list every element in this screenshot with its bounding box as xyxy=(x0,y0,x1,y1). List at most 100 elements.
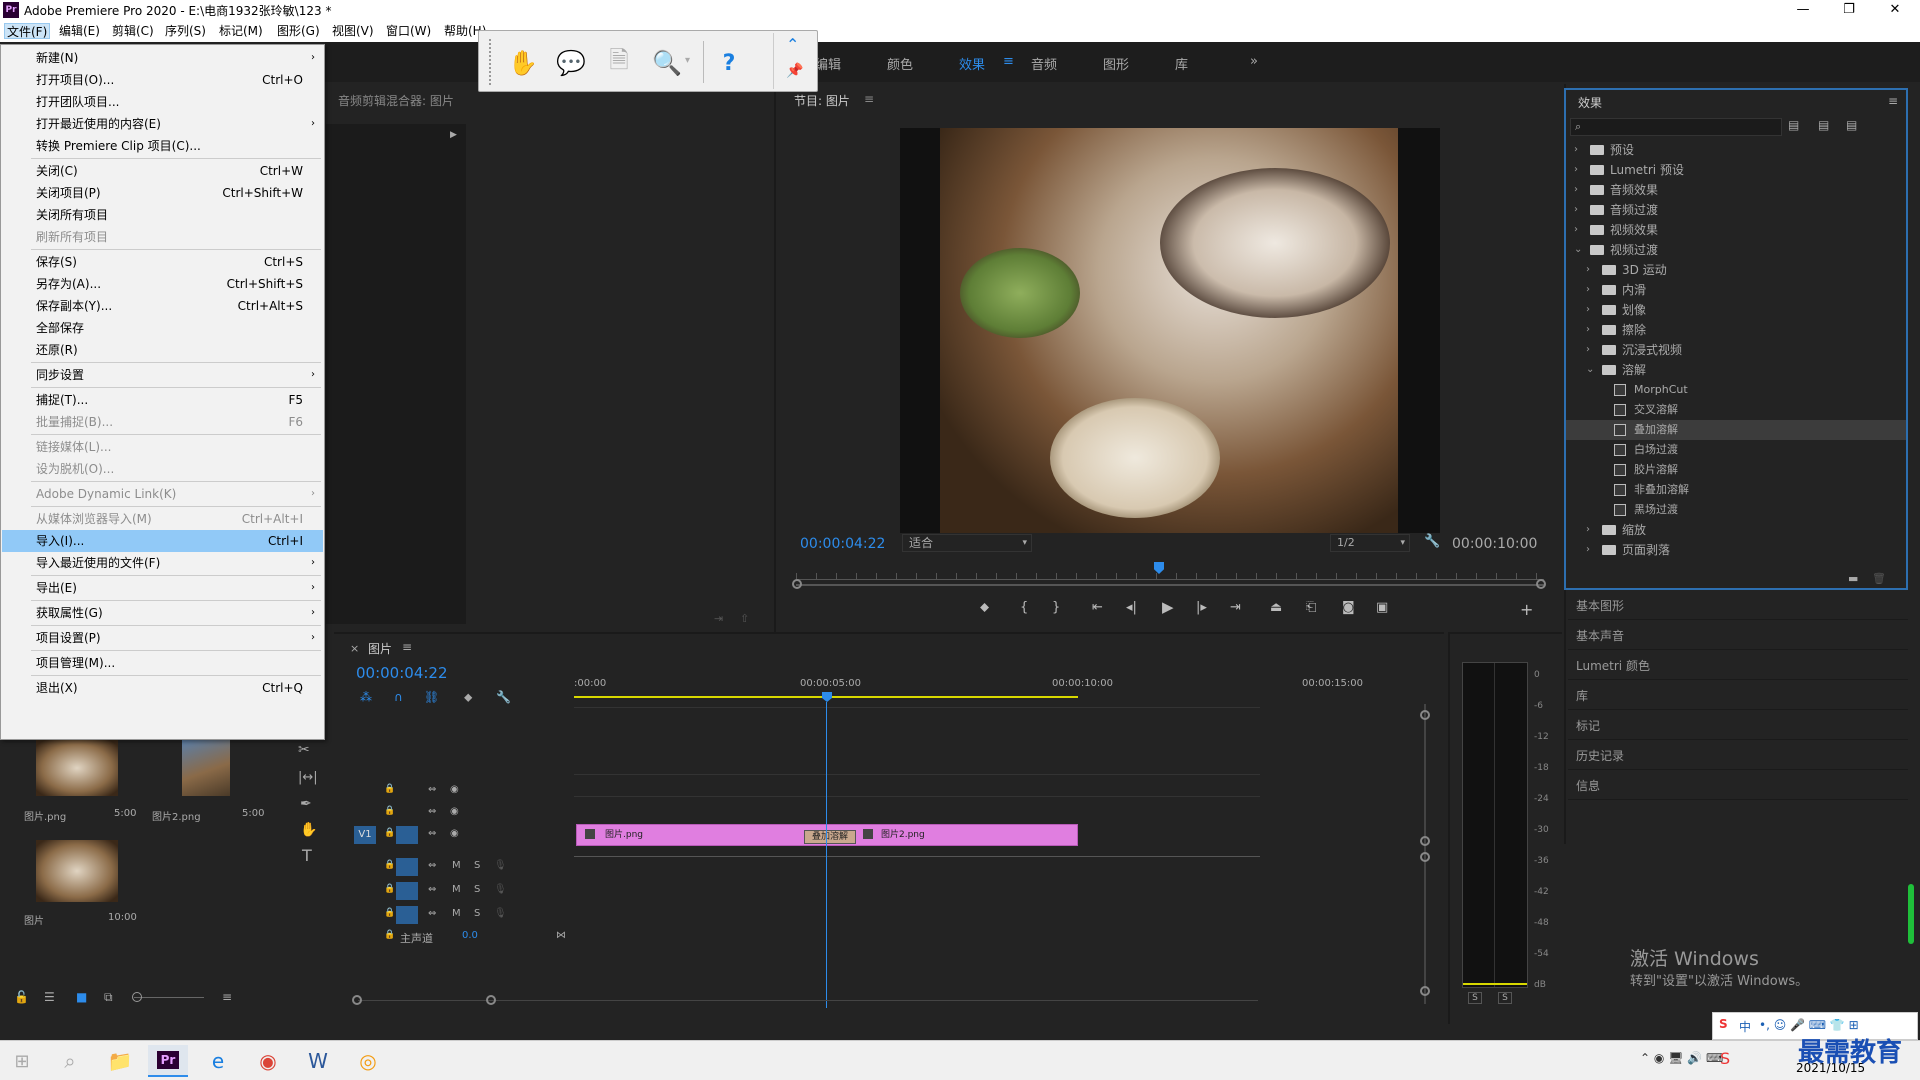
menu-file[interactable]: 文件(F) xyxy=(4,23,51,39)
tab-libraries[interactable]: 库 xyxy=(1175,54,1188,73)
track-target-toggle[interactable] xyxy=(396,906,418,924)
mark-out-icon[interactable]: } xyxy=(1052,600,1060,615)
effects-tree-item[interactable]: 非叠加溶解 xyxy=(1566,480,1906,500)
list-view-icon[interactable]: ☰ xyxy=(44,990,55,1004)
effects-tab-menu-icon[interactable]: ≡ xyxy=(1003,54,1014,69)
source-patch-v1[interactable]: V1 xyxy=(354,826,376,844)
transition-dissolve[interactable]: 叠加溶解 xyxy=(804,830,856,844)
effects-tree-item[interactable]: › 音频效果 xyxy=(1566,180,1906,200)
extract-icon[interactable]: ⎗ xyxy=(1306,600,1316,615)
document-icon[interactable]: 🗎 xyxy=(601,45,637,81)
effects-search-input[interactable]: ⌕ xyxy=(1570,118,1782,136)
effects-menu-icon[interactable]: ≡ xyxy=(1888,94,1898,108)
fit-select[interactable]: 适合 ▾ xyxy=(902,534,1032,552)
menu-clip[interactable]: 剪辑(C) xyxy=(110,23,156,39)
track-target-toggle[interactable] xyxy=(396,858,418,876)
time-ruler[interactable]: :00:00 00:00:05:00 00:00:10:00 00:00:15:… xyxy=(574,678,1363,708)
lock-icon[interactable]: 🔓 xyxy=(14,990,29,1004)
minimize-button[interactable]: — xyxy=(1780,0,1826,20)
vscroll-handle[interactable] xyxy=(1420,986,1430,996)
vscroll-handle[interactable] xyxy=(1420,710,1430,720)
chevron-right-icon[interactable]: › xyxy=(1586,260,1590,280)
tab-graphics[interactable]: 图形 xyxy=(1103,54,1129,73)
effects-tree-item[interactable]: › 内滑 xyxy=(1566,280,1906,300)
help-icon[interactable]: ? xyxy=(711,45,747,81)
wrench-icon[interactable]: 🔧 xyxy=(1424,534,1440,549)
menu-view[interactable]: 视图(V) xyxy=(330,23,376,39)
menu-marker[interactable]: 标记(M) xyxy=(217,23,265,39)
freeform-view-icon[interactable]: ⧉ xyxy=(104,990,113,1005)
effects-tree-item[interactable]: 黑场过渡 xyxy=(1566,500,1906,520)
mute-button[interactable]: M xyxy=(452,908,461,919)
chevron-right-icon[interactable]: › xyxy=(1586,300,1590,320)
chevron-right-icon[interactable]: › xyxy=(1574,220,1578,240)
step-forward-icon[interactable]: |▸ xyxy=(1196,600,1207,615)
chevron-right-icon[interactable]: › xyxy=(1586,320,1590,340)
file-menu-item[interactable]: 新建(N) › xyxy=(2,47,323,69)
sync-lock-icon[interactable]: ⇔ xyxy=(428,884,436,895)
side-panel-header[interactable]: 标记 xyxy=(1568,712,1908,740)
sync-lock-icon[interactable]: ⇔ xyxy=(428,806,436,817)
mute-button[interactable]: M xyxy=(452,884,461,895)
microphone-icon[interactable]: 🎙 xyxy=(494,884,507,895)
menu-sequence[interactable]: 序列(S) xyxy=(163,23,208,39)
menu-edit[interactable]: 编辑(E) xyxy=(57,23,102,39)
track-target-toggle[interactable] xyxy=(396,782,418,800)
effects-tree-item[interactable]: › 3D 运动 xyxy=(1566,260,1906,280)
effects-tree-item[interactable]: MorphCut xyxy=(1566,380,1906,400)
program-current-timecode[interactable]: 00:00:04:22 xyxy=(800,536,885,552)
track-target-toggle[interactable] xyxy=(396,826,418,844)
side-panel-header[interactable]: 基本图形 xyxy=(1568,592,1908,620)
track-lock-icon[interactable]: 🔒 xyxy=(384,860,395,870)
file-menu-item[interactable]: 另存为(A)... Ctrl+Shift+S xyxy=(2,273,323,295)
effects-tree-item[interactable]: › 视频效果 xyxy=(1566,220,1906,240)
effects-tree-item[interactable]: › 页面剥落 xyxy=(1566,540,1906,560)
play-icon[interactable]: ▶ xyxy=(1162,598,1174,616)
yuv-effects-icon[interactable]: ▤ xyxy=(1846,118,1857,132)
accelerated-effects-icon[interactable]: ▤ xyxy=(1788,118,1799,132)
program-scrubber[interactable] xyxy=(796,564,1544,580)
file-menu-item[interactable]: 捕捉(T)... F5 xyxy=(2,389,323,411)
track-lock-icon[interactable]: 🔒 xyxy=(384,908,395,918)
effects-tree-item[interactable]: ⌄ 视频过渡 xyxy=(1566,240,1906,260)
file-menu-item[interactable]: 获取属性(G) › xyxy=(2,602,323,624)
file-menu-item[interactable]: 打开团队项目... xyxy=(2,91,323,113)
chevron-right-icon[interactable]: › xyxy=(1586,280,1590,300)
delete-icon[interactable]: 🗑 xyxy=(1872,572,1886,585)
file-menu-item[interactable]: 项目设置(P) › xyxy=(2,627,323,649)
effects-tree-item[interactable]: › 擦除 xyxy=(1566,320,1906,340)
file-menu-item[interactable]: 退出(X) Ctrl+Q xyxy=(2,677,323,699)
sync-lock-icon[interactable]: ⇔ xyxy=(428,860,436,871)
close-button[interactable]: ✕ xyxy=(1872,0,1918,20)
windows-start-icon[interactable]: ⊞ xyxy=(2,1045,42,1077)
word-icon[interactable]: W xyxy=(298,1045,338,1077)
edge-browser-icon[interactable]: e xyxy=(198,1045,238,1077)
sync-lock-icon[interactable]: ⇔ xyxy=(428,908,436,919)
step-forward-icon[interactable]: ⇥ xyxy=(714,612,723,625)
mute-button[interactable]: M xyxy=(452,860,461,871)
sync-lock-icon[interactable]: ⇔ xyxy=(428,828,436,839)
solo-button[interactable]: S xyxy=(474,908,480,919)
export-frame-icon[interactable]: ⇧ xyxy=(740,612,749,625)
solo-left-button[interactable]: S xyxy=(1468,992,1482,1004)
vscroll-handle[interactable] xyxy=(1420,852,1430,862)
chevron-right-icon[interactable]: › xyxy=(1574,200,1578,220)
timeline-timecode[interactable]: 00:00:04:22 xyxy=(356,664,448,682)
chevron-down-icon[interactable]: ⌄ xyxy=(1586,360,1594,380)
side-panel-header[interactable]: 历史记录 xyxy=(1568,742,1908,770)
timeline-settings-icon[interactable]: 🔧 xyxy=(496,690,511,704)
slip-tool-icon[interactable]: |↔| xyxy=(298,770,318,785)
thumb-sequence[interactable] xyxy=(36,840,118,902)
go-to-in-icon[interactable]: ⇤ xyxy=(1092,600,1103,615)
chevron-right-icon[interactable]: › xyxy=(1586,540,1590,560)
hscroll-handle[interactable] xyxy=(486,995,496,1005)
icon-view-icon[interactable]: ■ xyxy=(76,990,87,1004)
step-back-icon[interactable]: ◂| xyxy=(1126,600,1137,615)
track-lock-icon[interactable]: 🔒 xyxy=(384,930,395,940)
file-menu-item[interactable]: 关闭项目(P) Ctrl+Shift+W xyxy=(2,182,323,204)
type-tool-icon[interactable]: T xyxy=(302,846,312,865)
hand-icon[interactable]: ✋ xyxy=(505,45,541,81)
thumb-picture-png[interactable] xyxy=(36,740,118,796)
file-menu-item[interactable]: 还原(R) xyxy=(2,339,323,361)
chevron-right-icon[interactable]: › xyxy=(1574,160,1578,180)
